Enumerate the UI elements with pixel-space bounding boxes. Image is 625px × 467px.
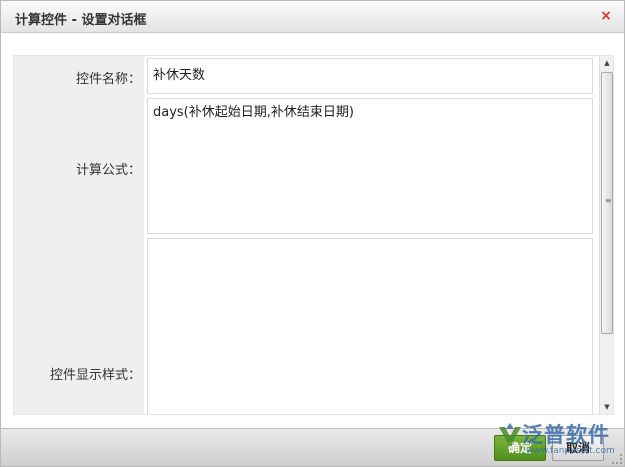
dialog-titlebar[interactable]: 计算控件 - 设置对话框 × (1, 1, 624, 33)
close-icon[interactable]: × (598, 7, 614, 25)
cancel-button[interactable]: 取消 (552, 435, 604, 461)
dialog-footer: 确定 取消 (1, 428, 624, 466)
formula-label: 计算公式： (75, 163, 141, 178)
display-style-editor[interactable] (147, 238, 593, 414)
control-name-label: 控件名称： (75, 72, 141, 87)
scrollbar-thumb[interactable]: ≡ (601, 72, 613, 334)
form-panel: 控件名称： 补休天数 计算公式： days(补休起始日期,补休结束日期) 控件显… (13, 55, 614, 415)
dialog-title: 计算控件 - 设置对话框 (15, 13, 147, 28)
control-name-input[interactable]: 补休天数 (147, 58, 593, 94)
vertical-scrollbar[interactable]: ▲ ≡ ▼ (599, 56, 613, 414)
scroll-up-arrow-icon[interactable]: ▲ (600, 56, 613, 70)
label-column (14, 56, 144, 414)
resize-grip-icon[interactable] (612, 454, 622, 464)
settings-dialog: 计算控件 - 设置对话框 × 控件名称： 补休天数 计算公式： days(补休起… (0, 0, 625, 467)
scroll-down-arrow-icon[interactable]: ▼ (600, 400, 613, 414)
formula-textarea[interactable]: days(补休起始日期,补休结束日期) (147, 98, 593, 234)
ok-button[interactable]: 确定 (494, 435, 546, 461)
grip-icon: ≡ (605, 196, 612, 205)
display-style-label: 控件显示样式： (49, 368, 141, 383)
